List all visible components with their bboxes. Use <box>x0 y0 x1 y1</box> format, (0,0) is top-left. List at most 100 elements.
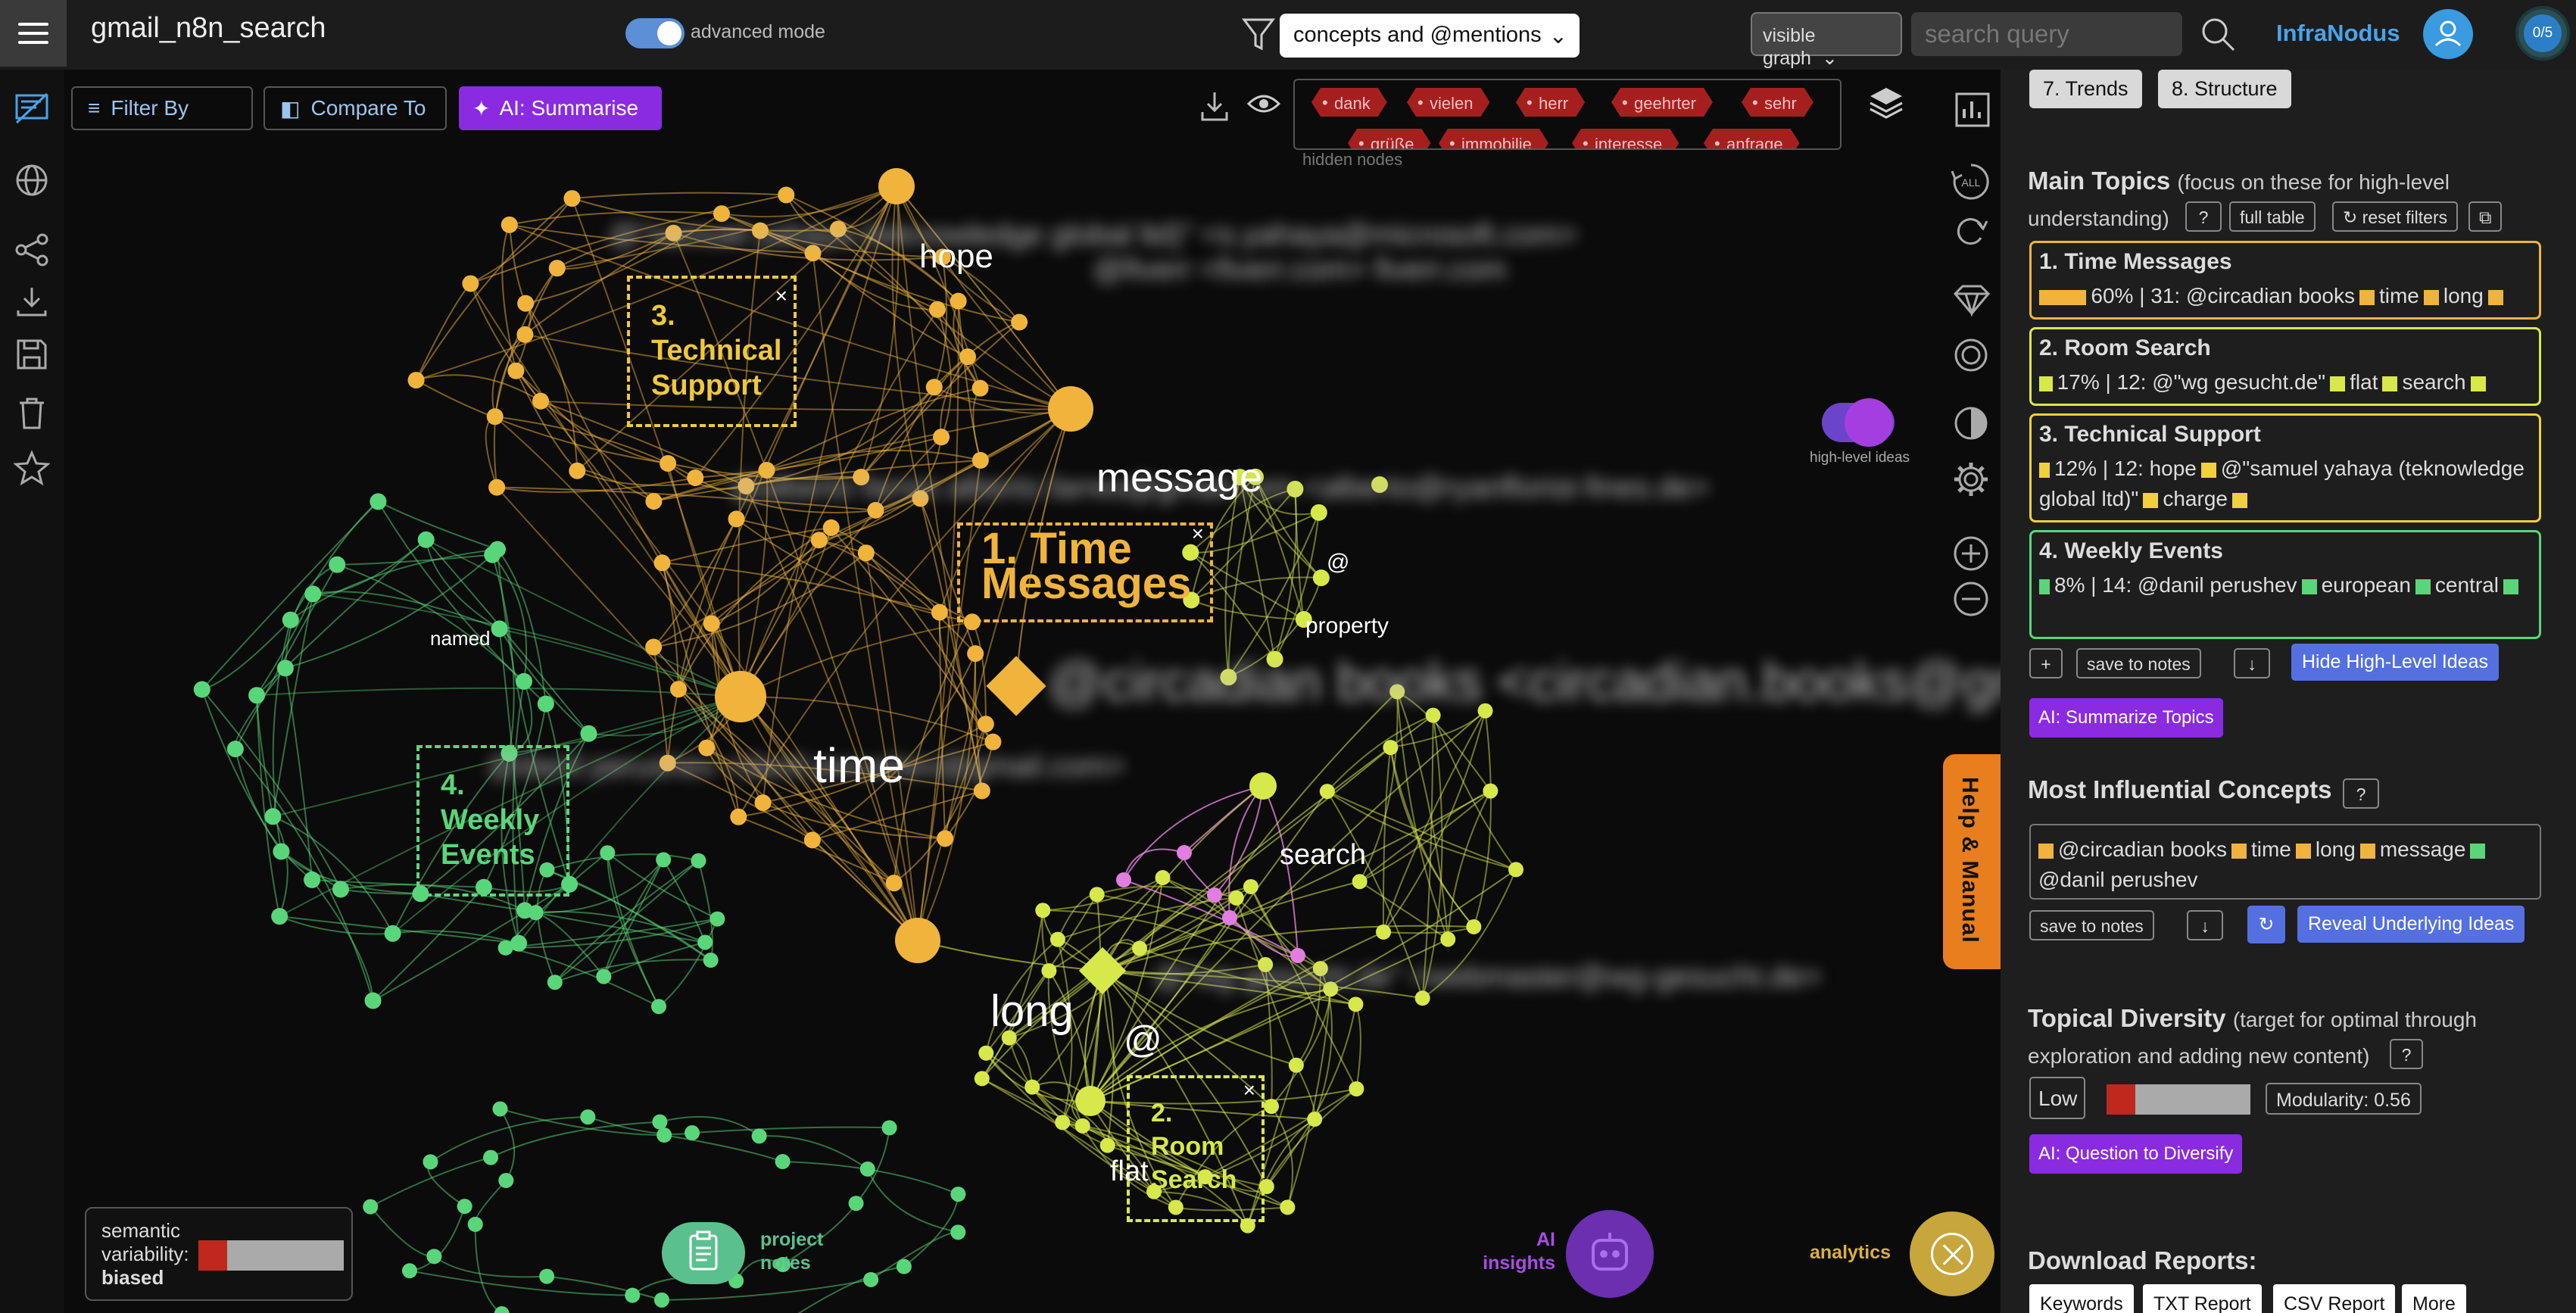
keywords-report-button[interactable]: Keywords <box>2029 1284 2134 1313</box>
graph-node[interactable] <box>501 216 518 233</box>
graph-node[interactable] <box>656 1127 672 1143</box>
topic-card[interactable]: 3. Technical Support 12% | 12: hope @"sam… <box>2029 413 2541 522</box>
hide-high-level-ideas-button[interactable]: Hide High-Level Ideas <box>2291 644 2499 681</box>
graph-node[interactable] <box>498 1172 514 1188</box>
graph-node[interactable] <box>778 186 795 204</box>
graph-node[interactable] <box>978 1045 994 1061</box>
graph-node[interactable] <box>1207 887 1222 903</box>
save-icon[interactable] <box>14 336 50 373</box>
graph-node[interactable] <box>1011 313 1028 331</box>
save-topics-to-notes-button[interactable]: save to notes <box>2076 648 2201 678</box>
gear-icon[interactable] <box>1952 460 1990 498</box>
graph-node[interactable] <box>1099 1137 1115 1153</box>
graph-node[interactable] <box>547 975 563 990</box>
graph-node[interactable] <box>967 645 984 663</box>
eye-icon[interactable] <box>1246 91 1281 117</box>
hidden-nodes-panel[interactable]: dank vielen herr geehrter sehr grüße imm… <box>1293 79 1842 150</box>
tab-trends[interactable]: 7. Trends <box>2029 70 2142 108</box>
graph-node[interactable] <box>863 1271 879 1287</box>
graph-node[interactable] <box>709 911 725 927</box>
hub-node-search[interactable] <box>1249 772 1277 800</box>
analytics-label[interactable]: analytics <box>1810 1242 1891 1264</box>
graph-node[interactable] <box>1024 1079 1040 1095</box>
usage-counter[interactable]: 0/5 <box>2515 6 2570 61</box>
graph-node[interactable] <box>625 1287 641 1303</box>
graph-node[interactable] <box>491 620 508 638</box>
hidden-node-tag[interactable]: anfrage <box>1704 129 1800 150</box>
graph-node[interactable] <box>950 1224 966 1240</box>
download-graph-icon[interactable] <box>1199 89 1230 123</box>
graph-node[interactable] <box>1349 1081 1364 1097</box>
graph-node[interactable] <box>539 1268 555 1284</box>
copy-icon[interactable]: ⧉ <box>2468 201 2502 232</box>
graph-node[interactable] <box>645 638 663 656</box>
gem-icon[interactable] <box>1952 283 1991 317</box>
graph-node[interactable] <box>950 292 967 310</box>
graph-node[interactable] <box>462 275 479 292</box>
refresh-concepts-button[interactable]: ↻ <box>2247 906 2285 943</box>
node-label-flat[interactable]: flat <box>1110 1156 1149 1188</box>
close-analytics-button[interactable] <box>1910 1212 1994 1296</box>
graph-node[interactable] <box>370 493 387 510</box>
node-label-named[interactable]: named <box>430 627 491 650</box>
zoom-out-icon[interactable] <box>1952 580 1990 618</box>
graph-node[interactable] <box>384 925 401 942</box>
zoom-in-icon[interactable] <box>1952 535 1990 572</box>
graph-node[interactable] <box>417 531 435 548</box>
graph-node[interactable] <box>645 493 663 510</box>
graph-node[interactable] <box>516 326 534 343</box>
target-icon[interactable] <box>1952 336 1990 374</box>
graph-node[interactable] <box>304 585 322 603</box>
hidden-node-tag[interactable]: sehr <box>1742 88 1813 117</box>
hidden-node-tag[interactable]: interesse <box>1572 129 1679 150</box>
concept-item[interactable]: long <box>2316 837 2356 861</box>
graph-node[interactable] <box>273 843 290 860</box>
graph-node[interactable] <box>896 1258 912 1274</box>
hub-node-long[interactable] <box>895 918 940 963</box>
globe-icon[interactable] <box>14 162 50 198</box>
hub-node-hope[interactable] <box>878 168 915 204</box>
graph-node[interactable] <box>931 603 948 621</box>
graph-canvas[interactable]: @"samuel yahaya (teknowledge global ltd)… <box>64 70 2001 1313</box>
ai-insights-label[interactable]: AI insights <box>1477 1228 1555 1275</box>
graph-node[interactable] <box>1288 1057 1304 1073</box>
txt-report-button[interactable]: TXT Report <box>2143 1284 2262 1313</box>
graph-node[interactable] <box>1243 878 1258 894</box>
hub-node-message[interactable] <box>1048 386 1093 432</box>
hub-node-circ[interactable] <box>986 656 1046 716</box>
graph-node[interactable] <box>1466 918 1482 934</box>
graph-node[interactable] <box>977 716 994 733</box>
graph-node[interactable] <box>193 681 211 698</box>
graph-node[interactable] <box>515 672 532 690</box>
tab-structure[interactable]: 8. Structure <box>2158 70 2291 108</box>
funnel-icon[interactable] <box>1242 17 1275 53</box>
ai-summarize-topics-button[interactable]: AI: Summarize Topics <box>2029 698 2223 738</box>
topic-box-technical-support[interactable]: 3. Technical Support × <box>627 276 797 427</box>
graph-node[interactable] <box>492 1101 508 1117</box>
graph-node[interactable] <box>685 1125 700 1141</box>
graph-node[interactable] <box>974 1071 990 1087</box>
graph-node[interactable] <box>687 469 704 486</box>
graph-node[interactable] <box>697 934 713 950</box>
graph-node[interactable] <box>1222 910 1237 925</box>
search-icon[interactable] <box>2199 15 2237 53</box>
ai-summarise-button[interactable]: ✦ AI: Summarise <box>459 86 662 130</box>
reset-filters-button[interactable]: ↻ reset filters <box>2332 201 2459 232</box>
analytics-chart-icon[interactable] <box>1954 91 1991 129</box>
graph-node[interactable] <box>810 532 828 549</box>
star-icon[interactable] <box>14 450 50 486</box>
node-label-property[interactable]: property <box>1305 613 1389 639</box>
graph-node[interactable] <box>651 999 667 1015</box>
graph-node[interactable] <box>1264 1099 1280 1115</box>
graph-node[interactable] <box>1376 924 1392 940</box>
topic-card[interactable]: 1. Time Messages 60% | 31: @circadian bo… <box>2029 241 2541 320</box>
graph-node[interactable] <box>928 301 946 318</box>
graph-title[interactable]: gmail_n8n_search <box>91 12 326 45</box>
graph-node[interactable] <box>730 808 747 825</box>
graph-node[interactable] <box>1155 870 1171 886</box>
node-label-message[interactable]: message <box>1096 454 1262 501</box>
graph-node[interactable] <box>580 1109 596 1125</box>
search-input[interactable] <box>1911 12 2182 56</box>
concept-filter-select[interactable]: concepts and @mentions ⌄ <box>1280 14 1580 58</box>
graph-node[interactable] <box>363 1199 379 1215</box>
